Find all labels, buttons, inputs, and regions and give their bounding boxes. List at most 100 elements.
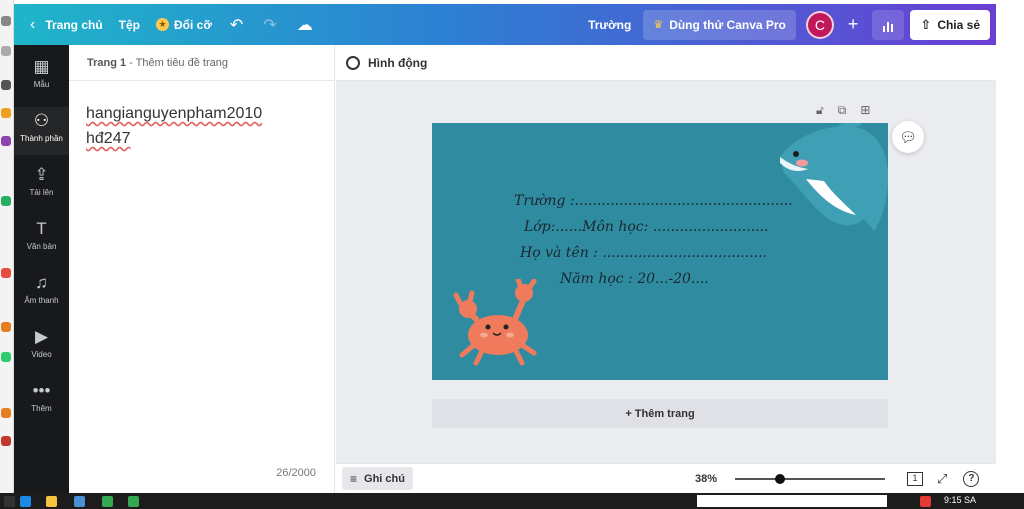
bar-chart-icon — [883, 25, 886, 32]
lock-icon[interactable]: 🔓︎ — [816, 103, 824, 118]
sidebar-item-label: Thành phần — [20, 134, 63, 143]
try-pro-label: Dùng thử Canva Pro — [669, 17, 786, 32]
animate-icon — [346, 55, 360, 70]
notes-panel: Trang 1 - Thêm tiêu đề trang hangianguye… — [69, 45, 335, 493]
share-icon: ⇧ — [920, 16, 932, 32]
design-page[interactable]: Trường :................................… — [432, 123, 888, 380]
sidebar-item-audio[interactable]: ♫ Âm thanh — [14, 269, 69, 317]
sidebar-item-video[interactable]: ▶ Video — [14, 323, 69, 371]
templates-icon: ▦ — [33, 57, 50, 76]
slide-text-school-year[interactable]: Năm học : 20...-20.... — [560, 271, 709, 287]
app-icon[interactable] — [1, 80, 11, 90]
tray-icon[interactable] — [920, 496, 931, 507]
chrome-icon[interactable] — [128, 496, 139, 507]
chevron-left-icon: ‹ — [30, 15, 36, 33]
page-count[interactable]: 1 — [907, 471, 923, 486]
fullscreen-icon[interactable]: ⤢ — [937, 471, 947, 487]
help-button[interactable]: ? — [963, 470, 980, 487]
school-label: Trường — [588, 17, 632, 32]
settings-icon[interactable] — [1, 16, 11, 26]
canvas-workspace: Hình động 🔓︎ ⧉ ⊞ Trường:...............… — [336, 45, 996, 470]
undo-button[interactable]: ↶ — [220, 4, 253, 45]
sidebar-item-templates[interactable]: ▦ Mẫu — [14, 53, 69, 101]
sidebar-item-elements[interactable]: ⚇ Thành phần — [14, 107, 69, 155]
os-edge-strip — [0, 0, 14, 493]
plus-icon: + — [847, 14, 859, 34]
context-toolbar: Hình động — [336, 45, 996, 81]
crab-illustration[interactable] — [446, 279, 546, 369]
file-menu-button[interactable]: Tệp — [111, 4, 148, 45]
upload-cloud-icon: ⇪ — [34, 165, 49, 184]
cloud-save-status[interactable]: ☁ — [287, 4, 323, 45]
add-page-button[interactable]: + Thêm trang — [432, 399, 888, 428]
comment-plus-icon: 💬︎ — [899, 128, 917, 145]
app-icon[interactable] — [1, 196, 11, 206]
text-icon: T — [36, 219, 47, 238]
notes-button-label: Ghi chú — [364, 472, 405, 485]
file-label: Tệp — [118, 17, 141, 32]
undo-icon: ↶ — [229, 16, 244, 34]
chrome-icon[interactable] — [102, 496, 113, 507]
sidebar-item-label: Thêm — [31, 404, 52, 413]
page-label: Trang 1 — [87, 56, 127, 69]
right-edge — [996, 0, 1024, 493]
page-tools: 🔓︎ ⧉ ⊞ — [816, 103, 870, 118]
crown-coin-icon: ★ — [156, 18, 170, 31]
app-icon[interactable] — [74, 496, 85, 507]
taskbar-search-box[interactable] — [697, 495, 887, 507]
app-icon[interactable] — [1, 268, 11, 278]
home-button[interactable]: ‹ Trang chủ — [14, 4, 111, 45]
notes-page-header[interactable]: Trang 1 - Thêm tiêu đề trang — [69, 45, 334, 81]
folder-icon[interactable] — [46, 496, 57, 507]
sidebar-item-text[interactable]: T Văn bản — [14, 215, 69, 263]
resize-button[interactable]: ★ Đổi cỡ — [148, 4, 220, 45]
zoom-slider-thumb[interactable] — [775, 473, 785, 484]
os-taskbar: 9:15 SA — [0, 493, 1024, 509]
app-icon[interactable] — [1, 352, 11, 362]
app-icon[interactable] — [1, 436, 11, 446]
duplicate-page-icon[interactable]: ⧉ — [838, 103, 847, 118]
sidebar-item-label: Video — [31, 350, 52, 359]
try-canva-pro-button[interactable]: ♛ Dùng thử Canva Pro — [643, 9, 796, 40]
avatar[interactable]: C — [805, 10, 834, 39]
home-label: Trang chủ — [45, 17, 103, 32]
slide-text-class-subject[interactable]: Lớp:......Môn học: .....................… — [524, 219, 769, 235]
notes-char-count: 26/2000 — [276, 467, 316, 479]
sidebar-item-uploads[interactable]: ⇪ Tải lên — [14, 161, 69, 209]
share-label: Chia sẻ — [937, 17, 980, 32]
notes-line: hđ247 — [86, 130, 131, 147]
add-collaborator-button[interactable]: + — [840, 14, 867, 35]
zoom-level[interactable]: 38% — [695, 473, 717, 485]
share-button[interactable]: ⇧ Chia sẻ — [910, 9, 990, 40]
app-icon[interactable] — [1, 108, 11, 118]
slide-text-name[interactable]: Họ và tên : ............................… — [520, 245, 767, 261]
app-icon[interactable] — [1, 136, 11, 146]
cloud-check-icon: ☁ — [296, 16, 313, 34]
elements-icon: ⚇ — [33, 111, 50, 130]
dolphin-illustration[interactable] — [774, 123, 888, 233]
school-button[interactable]: Trường — [580, 4, 639, 45]
slide-text-school[interactable]: Trường :................................… — [514, 193, 793, 209]
sidebar-item-label: Mẫu — [33, 80, 50, 89]
sidebar-item-label: Tải lên — [29, 188, 54, 197]
edge-browser-icon[interactable] — [20, 496, 31, 507]
redo-icon: ↷ — [263, 16, 277, 34]
app-icon[interactable] — [1, 46, 11, 56]
more-dots-icon: ••• — [32, 381, 51, 400]
screen: ‹ Trang chủ Tệp ★ Đổi cỡ ↶ ↷ ☁ Trường ♛ … — [0, 0, 1024, 509]
animate-button[interactable]: Hình động — [368, 56, 427, 70]
start-icon[interactable] — [4, 496, 15, 507]
zoom-slider[interactable] — [735, 473, 885, 484]
notes-textarea[interactable]: hangianguyenpham2010 hđ247 — [69, 81, 334, 151]
sidebar-item-more[interactable]: ••• Thêm — [14, 377, 69, 425]
notes-line: hangianguyenpham2010 — [86, 105, 263, 122]
redo-button[interactable]: ↷ — [253, 4, 286, 45]
add-comment-button[interactable]: 💬︎ — [892, 121, 924, 153]
notes-icon: ≡ — [350, 471, 358, 486]
app-icon[interactable] — [1, 408, 11, 418]
insights-button[interactable] — [872, 9, 905, 40]
notes-button[interactable]: ≡ Ghi chú — [342, 467, 413, 490]
add-page-icon[interactable]: ⊞ — [860, 103, 870, 118]
music-note-icon: ♫ — [35, 273, 48, 292]
app-icon[interactable] — [1, 322, 11, 332]
